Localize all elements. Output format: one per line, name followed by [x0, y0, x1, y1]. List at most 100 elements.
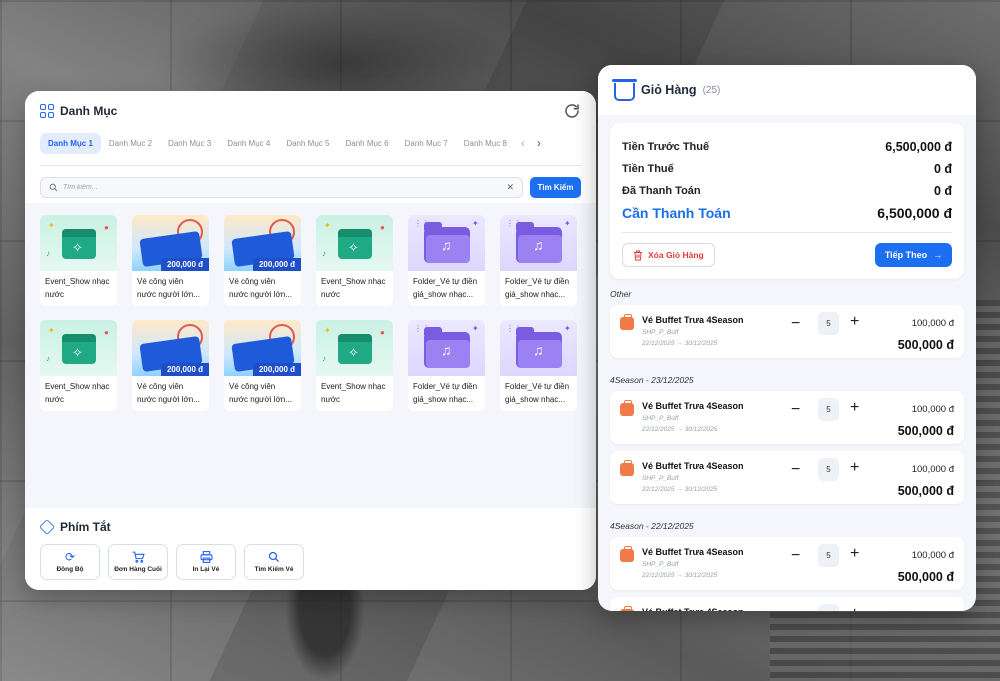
quantity-field[interactable]: 5 — [818, 604, 839, 611]
tab-danh-muc-5[interactable]: Danh Mục 5 — [278, 133, 337, 154]
tab-danh-muc-3[interactable]: Danh Mục 3 — [160, 133, 219, 154]
product-card[interactable]: 200,000 đ Vé công viên nước người lớn... — [224, 215, 301, 306]
category-tabs: Danh Mục 1 Danh Mục 2 Danh Mục 3 Danh Mụ… — [40, 132, 581, 154]
plus-icon[interactable]: + — [850, 400, 859, 416]
quantity-field[interactable]: 5 — [818, 458, 839, 481]
find-ticket-button[interactable]: Tìm Kiếm Vé — [244, 544, 304, 580]
next-button[interactable]: Tiếp Theo → — [875, 243, 952, 267]
category-title: Danh Mục — [40, 104, 117, 118]
trash-icon — [634, 250, 642, 260]
product-name: Folder_Vé tự điền giá_show nhạc... — [505, 382, 570, 404]
ticket-thumbnail: 200,000 đ — [132, 215, 209, 271]
unit-price: 100,000 đ — [911, 404, 954, 415]
tax-row: Tiền Thuế 0 đ — [622, 158, 952, 180]
chevron-left-icon[interactable]: ‹ — [515, 136, 531, 150]
product-name: Event_Show nhạc nước — [45, 277, 110, 299]
product-card[interactable]: ⋮⋮ ✦ ♫ Folder_Vé tự điền giá_show nhạc..… — [500, 320, 577, 411]
clear-cart-label: Xóa Giỏ Hàng — [648, 250, 704, 260]
plus-icon[interactable]: + — [850, 606, 859, 612]
tab-danh-muc-1[interactable]: Danh Mục 1 — [40, 132, 101, 154]
cart-group-label: 4Season - 23/12/2025 — [610, 375, 694, 385]
tab-danh-muc-2[interactable]: Danh Mục 2 — [101, 133, 160, 154]
event-thumbnail: ✦ ● ♪ ✧ — [40, 215, 117, 271]
item-name: Vé Buffet Trưa 4Season — [642, 607, 744, 611]
subtotal-label: Tiền Trước Thuế — [622, 141, 710, 153]
price-tag: 200,000 đ — [160, 258, 209, 271]
event-thumbnail: ✦ ● ♪ ✧ — [40, 320, 117, 376]
item-code: SHP_P_Buff — [642, 415, 679, 422]
price-tag: 200,000 đ — [160, 363, 209, 376]
quantity-field[interactable]: 5 — [818, 312, 839, 335]
folder-thumbnail: ⋮⋮ ✦ ♫ — [408, 215, 485, 271]
reprint-button[interactable]: In Lại Vé — [176, 544, 236, 580]
quantity-field[interactable]: 5 — [818, 398, 839, 421]
clear-cart-button[interactable]: Xóa Giỏ Hàng — [622, 243, 715, 267]
product-card[interactable]: 200,000 đ Vé công viên nước người lớn... — [132, 215, 209, 306]
product-card[interactable]: 200,000 đ Vé công viên nước người lớn... — [224, 320, 301, 411]
due-row: Cần Thanh Toán 6,500,000 đ — [622, 202, 952, 224]
ticket-thumbnail: 200,000 đ — [132, 320, 209, 376]
category-header: Danh Mục — [40, 103, 581, 119]
refresh-icon[interactable] — [563, 102, 581, 120]
price-tag: 200,000 đ — [252, 258, 301, 271]
tab-danh-muc-7[interactable]: Danh Mục 7 — [397, 133, 456, 154]
cart-header: Giỏ Hàng (25) — [598, 65, 976, 115]
minus-icon[interactable]: − — [791, 316, 800, 332]
product-card[interactable]: ⋮⋮ ✦ ♫ Folder_Vé tự điền giá_show nhạc..… — [408, 320, 485, 411]
search-icon — [49, 183, 58, 192]
product-card[interactable]: ⋮⋮ ✦ ♫ Folder_Vé tự điền giá_show nhạc..… — [408, 215, 485, 306]
product-card[interactable]: ✦ ● ♪ ✧ Event_Show nhạc nước — [316, 215, 393, 306]
chevron-right-icon[interactable]: › — [531, 136, 547, 150]
plus-icon[interactable]: + — [850, 460, 859, 476]
folder-thumbnail: ⋮⋮ ✦ ♫ — [500, 215, 577, 271]
product-name: Folder_Vé tự điền giá_show nhạc... — [413, 277, 478, 299]
plus-icon[interactable]: + — [850, 314, 859, 330]
bag-icon — [620, 606, 634, 611]
product-name: Event_Show nhạc nước — [45, 382, 110, 404]
folder-thumbnail: ⋮⋮ ✦ ♫ — [500, 320, 577, 376]
cart-item: Vé Buffet Trưa 4Season SHP_P_Buff 22/12/… — [610, 391, 964, 444]
product-name: Folder_Vé tự điền giá_show nhạc... — [413, 382, 478, 404]
plus-icon[interactable]: + — [850, 546, 859, 562]
search-button[interactable]: Tìm Kiếm — [530, 177, 581, 198]
minus-icon[interactable]: − — [791, 402, 800, 418]
divider — [40, 165, 581, 166]
tab-danh-muc-6[interactable]: Danh Mục 6 — [337, 133, 396, 154]
product-card[interactable]: 200,000 đ Vé công viên nước người lớn... — [132, 320, 209, 411]
cart-title: Giỏ Hàng — [641, 83, 697, 97]
sync-button[interactable]: ⟳ Đồng Bộ — [40, 544, 100, 580]
product-name: Folder_Vé tự điền giá_show nhạc... — [505, 277, 570, 299]
tab-danh-muc-4[interactable]: Danh Mục 4 — [219, 133, 278, 154]
reprint-label: In Lại Vé — [192, 566, 220, 573]
minus-icon[interactable]: − — [791, 608, 800, 612]
shortcut-area: Phím Tắt ⟳ Đồng Bộ Đơn Hàng Cuối In Lại … — [25, 508, 596, 590]
summary-actions: Xóa Giỏ Hàng Tiếp Theo → — [622, 243, 952, 267]
next-label: Tiếp Theo — [884, 250, 928, 260]
cart-list: Other Vé Buffet Trưa 4Season SHP_P_Buff … — [598, 279, 976, 611]
minus-icon[interactable]: − — [791, 462, 800, 478]
item-code: SHP_P_Buff — [642, 329, 679, 336]
item-code: SHP_P_Buff — [642, 561, 679, 568]
cart-group-label: Other — [610, 289, 632, 299]
bag-icon — [620, 546, 634, 562]
item-name: Vé Buffet Trưa 4Season — [642, 401, 744, 411]
product-card[interactable]: ✦ ● ♪ ✧ Event_Show nhạc nước — [40, 215, 117, 306]
arrow-right-icon: → — [933, 250, 943, 260]
last-order-button[interactable]: Đơn Hàng Cuối — [108, 544, 168, 580]
search-input[interactable] — [63, 184, 502, 191]
clear-icon[interactable]: ✕ — [506, 182, 514, 193]
item-dates: 22/12/2025 → 30/12/2025 — [642, 572, 718, 579]
subtotal-row: Tiền Trước Thuế 6,500,000 đ — [622, 136, 952, 158]
ticket-thumbnail: 200,000 đ — [224, 215, 301, 271]
minus-icon[interactable]: − — [791, 548, 800, 564]
quantity-field[interactable]: 5 — [818, 544, 839, 567]
due-label: Cần Thanh Toán — [622, 205, 731, 221]
tax-value: 0 đ — [933, 162, 952, 176]
product-card[interactable]: ⋮⋮ ✦ ♫ Folder_Vé tự điền giá_show nhạc..… — [500, 215, 577, 306]
cart-group-label: 4Season - 22/12/2025 — [610, 521, 694, 531]
product-card[interactable]: ✦ ● ♪ ✧ Event_Show nhạc nước — [316, 320, 393, 411]
event-thumbnail: ✦ ● ♪ ✧ — [316, 320, 393, 376]
product-card[interactable]: ✦ ● ♪ ✧ Event_Show nhạc nước — [40, 320, 117, 411]
tab-danh-muc-8[interactable]: Danh Mục 8 — [456, 133, 515, 154]
event-thumbnail: ✦ ● ♪ ✧ — [316, 215, 393, 271]
